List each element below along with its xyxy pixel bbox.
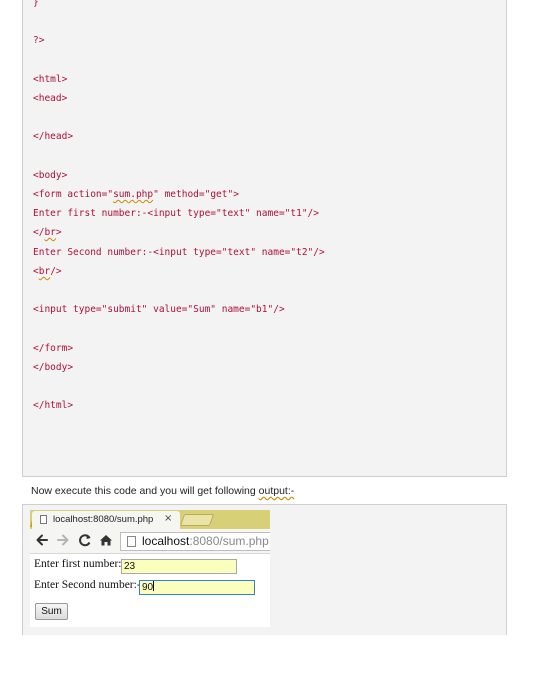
page-icon [40,515,47,524]
code-text: <form action=" [33,189,114,200]
page-content: Enter first number:- 23 Enter Second num… [30,554,270,627]
first-number-input[interactable]: 23 [121,559,237,574]
code-text: " method="get"> [153,189,239,200]
code-line-br: <br/> [33,266,62,278]
first-number-label: Enter first number:- [34,558,126,570]
home-icon[interactable] [99,533,113,547]
forward-arrow-icon[interactable] [56,533,70,547]
url-path: :8080/sum.php [189,534,269,548]
url-host: localhost [142,534,190,548]
spellcheck-underlined-text: br [44,227,56,238]
new-tab-button[interactable] [179,514,215,526]
code-text: > [55,227,62,238]
caption-text: Now execute this code and you will get f… [31,485,259,497]
browser-toolbar: localhost:8080/sum.php [30,529,270,554]
second-number-value: 90 [142,582,154,593]
code-line: ?> [33,35,45,46]
sum-button[interactable]: Sum [35,603,68,620]
code-line: </html> [33,400,74,411]
spellcheck-underlined-text: sum.php [113,189,154,200]
code-line-form: <form action="sum.php" method="get"> [33,189,239,201]
tab-close-icon[interactable]: × [164,513,172,524]
second-number-input[interactable]: 90 [139,580,255,595]
code-line: } [33,0,39,8]
second-number-label: Enter Second number:- [34,579,141,591]
code-panel: } ?> <html> <head> </head> <body> <form … [22,0,507,477]
code-line: </body> [33,362,74,373]
first-number-value: 23 [124,561,136,572]
code-line-br: </br> [33,227,62,239]
code-line: <body> [33,170,68,181]
spellcheck-underlined-text: br [38,266,51,277]
code-text: </ [33,227,45,238]
text-caret [153,581,155,591]
page-icon [127,536,136,547]
code-line: </form> [33,343,74,354]
code-line: Enter Second number:-<input type="text" … [33,247,325,258]
caption-underlined-text: output:- [258,485,295,497]
browser-tab[interactable]: localhost:8080/sum.php × [32,511,180,529]
code-line: Enter first number:-<input type="text" n… [33,208,319,219]
code-text: /> [50,266,62,277]
browser-window: localhost:8080/sum.php × localhost:8080/… [30,510,270,627]
url-text: localhost:8080/sum.php [142,534,269,548]
address-bar[interactable]: localhost:8080/sum.php [120,532,270,551]
code-line: <head> [33,93,68,104]
output-caption: Now execute this code and you will get f… [31,485,294,497]
tab-title: localhost:8080/sum.php [53,514,154,525]
reload-icon[interactable] [78,533,92,547]
tab-strip: localhost:8080/sum.php × [30,510,270,529]
code-line: <input type="submit" value="Sum" name="b… [33,304,285,315]
code-line: </head> [33,131,74,142]
back-arrow-icon[interactable] [35,533,49,547]
code-line: <html> [33,74,68,85]
